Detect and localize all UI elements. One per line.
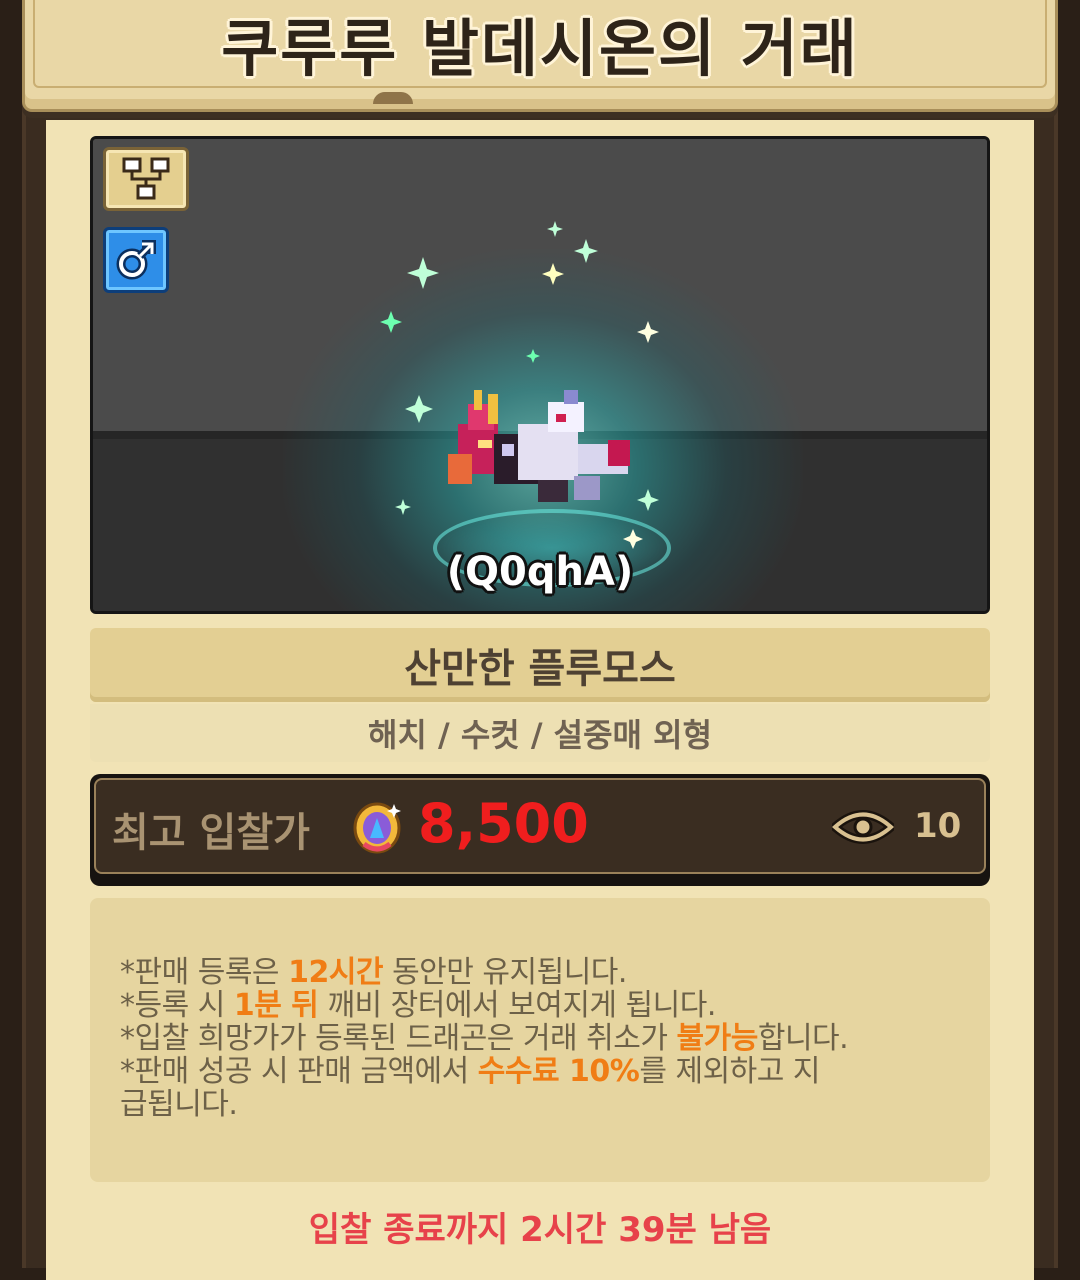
dragon-name: 산만한 플루모스 (90, 628, 990, 702)
notice-line: *입찰 희망가가 등록된 드래곤은 거래 취소가 불가능합니다. (120, 1021, 849, 1056)
notice-line: *판매 등록은 12시간 동안만 유지됩니다. (120, 955, 627, 990)
view-count: 10 (914, 806, 962, 846)
highest-bid-value: 8,500 (418, 792, 589, 855)
family-tree-icon[interactable] (103, 147, 189, 211)
dragon-details: 해치 / 수컷 / 설중매 외형 (90, 704, 990, 762)
gem-coin-icon (353, 802, 401, 854)
dragon-sprite (448, 390, 630, 502)
dragon-code-label: (Q0qhA) (446, 549, 634, 595)
page-title: 쿠루루 발데시온의 거래 (221, 12, 859, 85)
sparkles (380, 221, 659, 549)
male-gender-icon[interactable] (103, 227, 169, 293)
eye-icon (832, 810, 894, 844)
notice-line: *등록 시 1분 뒤 깨비 장터에서 보여지게 됩니다. (120, 988, 716, 1023)
notice-box: *판매 등록은 12시간 동안만 유지됩니다. *등록 시 1분 뒤 깨비 장터… (90, 898, 990, 1182)
highest-bid-box: 최고 입찰가 8,500 10 (90, 774, 990, 886)
notice-line: *판매 성공 시 판매 금액에서 수수료 10%를 제외하고 지급됩니다. (120, 1054, 821, 1122)
highest-bid-label: 최고 입찰가 (112, 810, 310, 856)
notice-text: *판매 등록은 12시간 동안만 유지됩니다. *등록 시 1분 뒤 깨비 장터… (120, 956, 970, 1121)
title-bar: 쿠루루 발데시온의 거래 (22, 0, 1058, 112)
dragon-preview: (Q0qhA) (90, 136, 990, 614)
auction-timer: 입찰 종료까지 2시간 39분 남음 (308, 1210, 772, 1250)
title-notch (373, 92, 413, 104)
